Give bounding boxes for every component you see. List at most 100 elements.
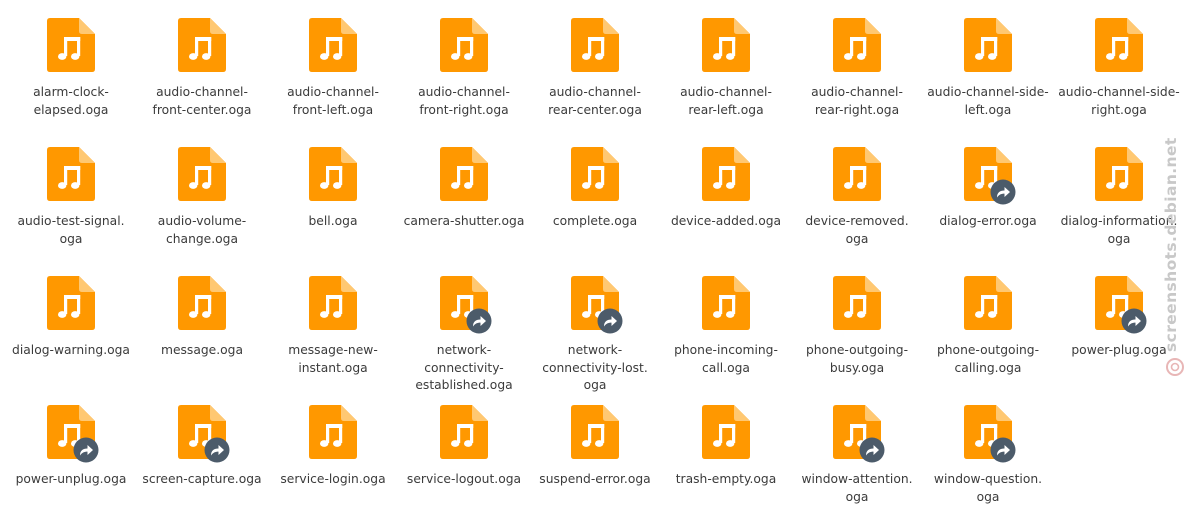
file-name-label: device-added.oga [670,214,782,228]
audio-file-icon [47,147,95,201]
audio-file-icon [309,18,357,72]
file-item[interactable]: phone-outgoing-calling.oga [924,276,1052,377]
audio-file-icon [309,276,357,330]
file-item[interactable]: screen-capture.oga [138,405,266,489]
file-name-label: service-login.oga [280,472,386,486]
symlink-arrow-icon [990,437,1016,463]
audio-file-icon [964,18,1012,72]
file-name-label: camera-shutter.oga [403,214,525,228]
audio-file-icon [702,405,750,459]
audio-file-icon [309,147,357,201]
audio-file-icon [571,147,619,201]
file-item[interactable]: dialog-warning.oga [7,276,135,360]
file-item[interactable]: audio-test-signal. oga [7,147,135,248]
file-item[interactable]: message-new-instant.oga [269,276,397,377]
file-icon [178,276,226,330]
file-item[interactable]: audio-channel-side-left.oga [924,18,1052,119]
file-icon [964,276,1012,330]
file-item[interactable]: suspend-error.oga [531,405,659,489]
file-icon [702,18,750,72]
file-item[interactable]: audio-channel-rear-right.oga [793,18,921,119]
file-icon-grid: alarm-clock-elapsed.oga audio-channel-fro… [0,0,1194,516]
file-item[interactable]: device-added.oga [662,147,790,231]
file-name-label: service-logout.oga [406,472,522,486]
file-icon [440,276,492,334]
file-item[interactable]: dialog-error.oga [924,147,1052,231]
file-item[interactable]: audio-channel-front-center.oga [138,18,266,119]
file-item[interactable]: phone-incoming-call.oga [662,276,790,377]
file-item[interactable]: audio-channel-side-right.oga [1055,18,1183,119]
file-icon [47,18,95,72]
file-name-label: network-connectivity-established.oga [415,343,513,392]
file-icon [1095,276,1147,334]
audio-file-icon [178,147,226,201]
audio-file-icon [964,276,1012,330]
file-name-label: audio-channel-side-right.oga [1058,85,1180,117]
file-icon [440,405,488,459]
file-item[interactable]: alarm-clock-elapsed.oga [7,18,135,119]
file-name-label: audio-channel-rear-center.oga [548,85,642,117]
file-name-label: trash-empty.oga [675,472,777,486]
symlink-arrow-icon [1121,308,1147,334]
file-icon [964,405,1016,463]
file-name-label: alarm-clock-elapsed.oga [33,85,109,117]
file-item[interactable]: audio-channel-front-left.oga [269,18,397,119]
file-item[interactable]: network-connectivity-established.oga [400,276,528,395]
file-item[interactable]: window-attention. oga [793,405,921,506]
file-name-label: window-attention. oga [801,472,913,504]
file-name-label: dialog-error.oga [939,214,1037,228]
audio-file-icon [571,18,619,72]
file-icon [178,405,230,463]
audio-file-icon [571,405,619,459]
file-item[interactable]: complete.oga [531,147,659,231]
file-item[interactable]: phone-outgoing-busy.oga [793,276,921,377]
file-item[interactable]: power-unplug.oga [7,405,135,489]
audio-file-icon [1095,147,1143,201]
file-item[interactable]: device-removed. oga [793,147,921,248]
file-name-label: device-removed. oga [805,214,909,246]
audio-file-icon [833,276,881,330]
file-name-label: dialog-warning.oga [12,343,130,357]
file-item[interactable]: camera-shutter.oga [400,147,528,231]
watermark-text: screenshots.debian.net [1162,137,1180,352]
file-item[interactable]: bell.oga [269,147,397,231]
file-name-label: audio-test-signal. oga [17,214,125,246]
file-icon [833,18,881,72]
file-name-label: phone-outgoing-calling.oga [936,343,1040,375]
file-icon [178,147,226,201]
audio-file-icon [47,276,95,330]
file-item[interactable]: audio-channel-rear-left.oga [662,18,790,119]
file-item[interactable]: network-connectivity-lost. oga [531,276,659,395]
audio-file-icon [702,147,750,201]
file-item[interactable]: service-login.oga [269,405,397,489]
file-item[interactable]: trash-empty.oga [662,405,790,489]
file-item[interactable]: message.oga [138,276,266,360]
audio-file-icon [178,18,226,72]
symlink-arrow-icon [859,437,885,463]
file-icon [702,276,750,330]
audio-file-icon [47,18,95,72]
file-icon [571,18,619,72]
file-name-label: suspend-error.oga [539,472,651,486]
audio-file-icon [309,405,357,459]
file-name-label: audio-channel-rear-left.oga [680,85,772,117]
file-icon [964,147,1016,205]
file-item[interactable]: audio-channel-front-right.oga [400,18,528,119]
file-icon [440,18,488,72]
file-icon [309,18,357,72]
file-name-label: complete.oga [552,214,638,228]
file-name-label: window-question. oga [933,472,1043,504]
symlink-arrow-icon [990,179,1016,205]
file-item[interactable]: window-question. oga [924,405,1052,506]
file-item[interactable]: audio-channel-rear-center.oga [531,18,659,119]
file-name-label: audio-channel-front-center.oga [152,85,252,117]
file-icon [833,147,881,201]
file-name-label: audio-channel-front-left.oga [287,85,379,117]
file-icon [702,405,750,459]
file-item[interactable]: service-logout.oga [400,405,528,489]
file-item[interactable]: audio-volume-change.oga [138,147,266,248]
file-icon [1095,18,1143,72]
file-name-label: screen-capture.oga [142,472,262,486]
audio-file-icon [178,276,226,330]
file-name-label: audio-channel-side-left.oga [927,85,1049,117]
